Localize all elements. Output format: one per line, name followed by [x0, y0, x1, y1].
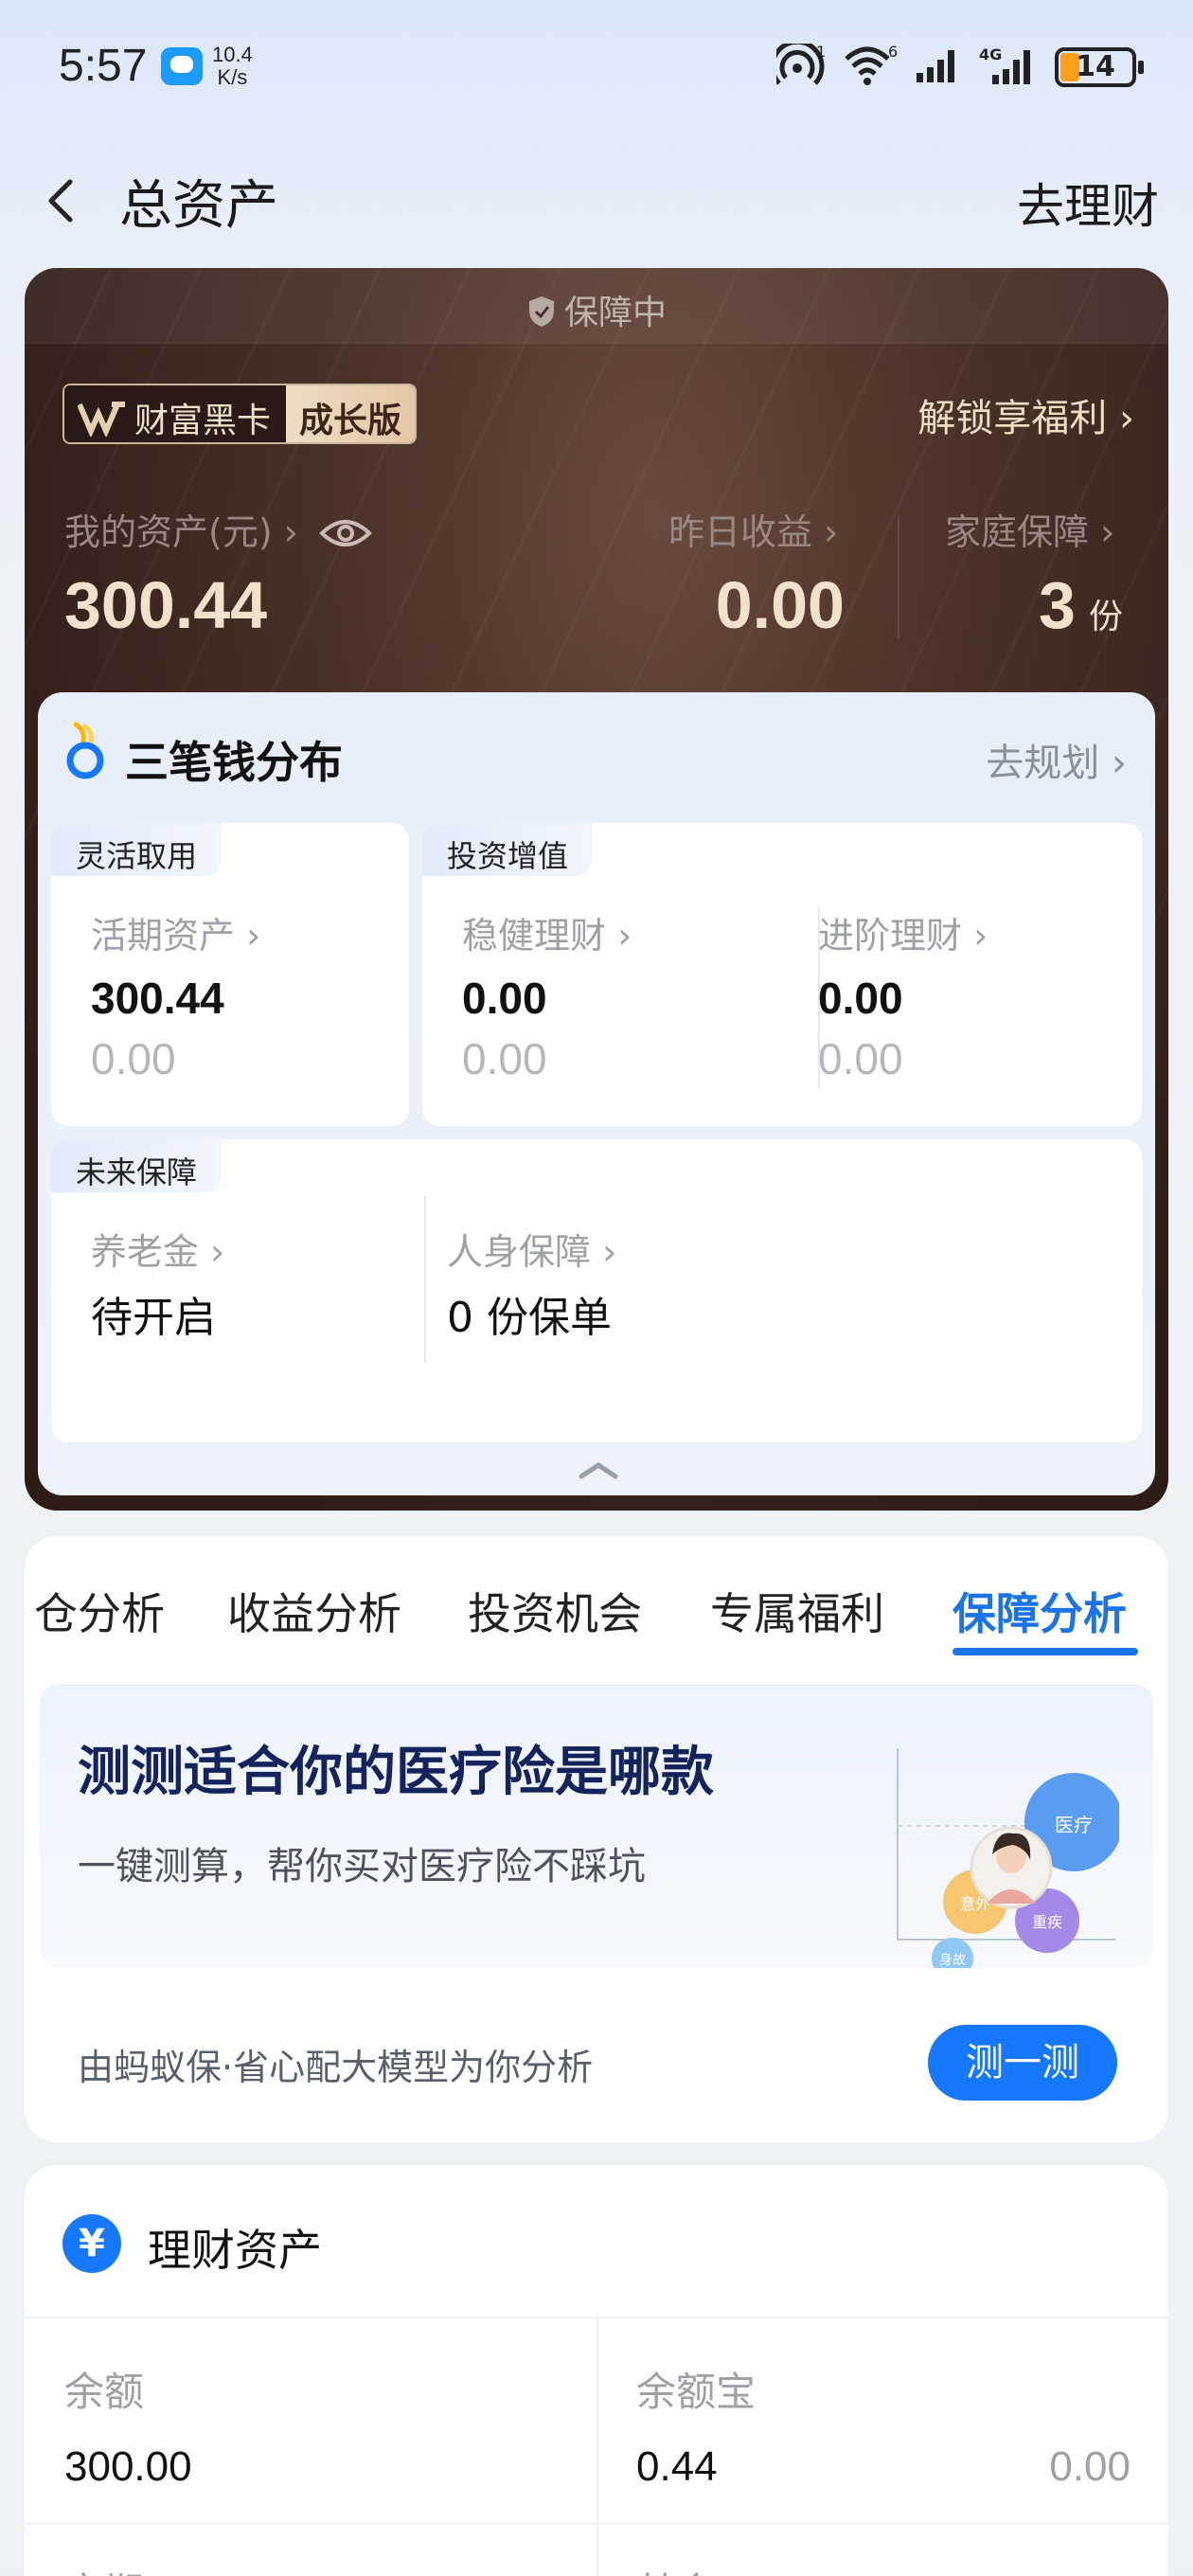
insurance-bubble-chart-icon: 医疗 意外 重疾 身故 [897, 1748, 1119, 1968]
hotspot-sup: 1 [816, 44, 826, 61]
go-invest-link[interactable]: 去理财 [1017, 169, 1159, 237]
promo-footer: 由蚂蚁保·省心配大模型为你分析 [78, 2047, 594, 2088]
flexible-use-card[interactable]: 灵活取用 活期资产 › 300.44 0.00 [51, 823, 409, 1126]
demand-assets-income: 0.00 [91, 1034, 176, 1083]
tab-protection-analysis[interactable]: 保障分析 [953, 1580, 1127, 1642]
fund-label[interactable]: 基金 [636, 2561, 716, 2576]
protection-status-label: 保障中 [563, 294, 667, 332]
bubble-label-medical: 医疗 [1055, 1814, 1093, 1836]
badge-main: 财富黑卡 [64, 385, 287, 442]
future-protection-card[interactable]: 未来保障 养老金 › 待开启 人身保障 › 0 份保单 [51, 1139, 1142, 1442]
wealth-assets-card: ¥ 理财资产 余额 300.00 余额宝 0.44 0.00 定期 基金 [25, 2165, 1168, 2576]
wealth-assets-title: 理财资产 [148, 2225, 322, 2276]
hotspot-icon: 1 [770, 39, 826, 91]
my-assets-label-text: 我的资产(元) › [64, 511, 298, 553]
battery-level: 14 [1076, 50, 1115, 83]
family-protection-label[interactable]: 家庭保障 › [945, 503, 1114, 555]
shield-icon [528, 296, 554, 327]
analysis-tabs: 仓分析 收益分析 投资机会 专属福利 保障分析 [25, 1536, 1168, 1659]
divider [596, 2317, 598, 2576]
wealth-black-card: 保障中 财富黑卡 成长版 解锁享福利 › 我的资产(元) › 昨日收益 › 家庭… [25, 268, 1168, 1511]
status-icons: 1 6 4G 14 [770, 39, 1144, 91]
battery-icon: 14 [1055, 47, 1144, 87]
chevron-up-icon[interactable] [576, 1458, 621, 1482]
go-plan-link[interactable]: 去规划 › [986, 732, 1127, 787]
protection-status: 保障中 [25, 285, 1168, 334]
signal-icon [915, 46, 962, 88]
status-bar: 5:57 10.4 K/s 1 6 4G 14 [0, 0, 1193, 133]
yen-icon: ¥ [62, 2214, 121, 2273]
signal-4g-icon: 4G [979, 45, 1038, 90]
three-money-title: 三笔钱分布 [125, 737, 343, 788]
balance-label: 余额 [64, 2369, 145, 2415]
tab-investment-opportunities[interactable]: 投资机会 [468, 1580, 642, 1642]
yesterday-income-label[interactable]: 昨日收益 › [668, 503, 838, 555]
black-card-badge[interactable]: 财富黑卡 成长版 [62, 384, 418, 444]
wifi-sup: 6 [888, 44, 898, 61]
badge-main-label: 财富黑卡 [134, 402, 272, 440]
demand-assets-label[interactable]: 活期资产 › [91, 906, 260, 958]
three-money-panel: 三笔钱分布 去规划 › 灵活取用 活期资产 › 300.44 0.00 投资增值… [38, 692, 1155, 1495]
wealth-logo-icon [78, 402, 125, 437]
tab-income-analysis[interactable]: 收益分析 [227, 1580, 401, 1642]
network-speed-unit: K/s [217, 65, 248, 89]
fixed-term-label[interactable]: 定期 [64, 2561, 144, 2576]
personal-protection-value: 0 份保单 [447, 1294, 612, 1342]
yuebao-income: 0.00 [1049, 2443, 1131, 2490]
eye-icon[interactable] [319, 514, 372, 552]
yuebao-value: 0.44 [636, 2443, 718, 2490]
investment-growth-tag: 投资增值 [422, 823, 594, 876]
future-protection-tag: 未来保障 [51, 1139, 223, 1192]
my-assets-value: 300.44 [64, 568, 268, 642]
divider [898, 516, 899, 639]
status-time: 5:57 [59, 41, 148, 91]
tab-position-analysis[interactable]: 仓分析 [34, 1580, 165, 1642]
unlock-benefits-link[interactable]: 解锁享福利 › [917, 387, 1134, 442]
investment-growth-card[interactable]: 投资增值 稳健理财 › 0.00 0.00 进阶理财 › 0.00 0.00 [422, 823, 1142, 1126]
signal-4g-label: 4G [979, 45, 1002, 63]
steady-finance-value: 0.00 [462, 974, 547, 1023]
promo-title: 测测适合你的医疗险是哪款 [78, 1742, 714, 1803]
family-protection-value: 3份 [1039, 567, 1123, 643]
divider [25, 2523, 1168, 2525]
test-button[interactable]: 测一测 [928, 2025, 1117, 2101]
active-tab-indicator [953, 1648, 1138, 1655]
advanced-finance-income: 0.00 [818, 1034, 903, 1083]
divider [424, 1196, 426, 1363]
steady-finance-label[interactable]: 稳健理财 › [462, 906, 632, 958]
steady-finance-income: 0.00 [462, 1034, 547, 1083]
pension-label[interactable]: 养老金 › [91, 1223, 224, 1275]
balance-value: 300.00 [64, 2443, 192, 2490]
advanced-finance-label[interactable]: 进阶理财 › [818, 906, 988, 958]
flexible-use-tag: 灵活取用 [51, 823, 223, 876]
my-assets-label[interactable]: 我的资产(元) › [64, 503, 372, 555]
bubble-label-death: 身故 [939, 1953, 966, 1968]
personal-protection-label[interactable]: 人身保障 › [447, 1223, 616, 1275]
page-title: 总资产 [119, 175, 278, 237]
demand-assets-value: 300.44 [91, 974, 224, 1023]
family-protection-unit: 份 [1088, 597, 1123, 635]
network-speed: 10.4 K/s [212, 44, 253, 89]
tab-exclusive-benefits[interactable]: 专属福利 [710, 1580, 884, 1642]
yuebao-label: 余额宝 [636, 2369, 757, 2415]
network-speed-value: 10.4 [212, 43, 253, 66]
three-money-logo-icon [66, 722, 104, 779]
bubble-label-critical: 重疾 [1032, 1913, 1062, 1931]
advanced-finance-value: 0.00 [818, 974, 903, 1023]
promo-subtitle: 一键测算，帮你买对医疗险不踩坑 [78, 1845, 646, 1888]
wifi-icon: 6 [843, 43, 898, 91]
family-protection-count: 3 [1039, 568, 1076, 642]
chevron-left-icon [48, 179, 73, 223]
pension-value: 待开启 [91, 1294, 216, 1342]
insurance-promo[interactable]: 测测适合你的医疗险是哪款 一键测算，帮你买对医疗险不踩坑 医疗 意外 重疾 身故 [40, 1684, 1153, 1968]
message-app-icon [161, 47, 203, 85]
back-button[interactable] [34, 161, 110, 237]
yesterday-income-value: 0.00 [715, 568, 845, 642]
page-header: 总资产 去理财 [0, 152, 1193, 246]
analysis-card: 仓分析 收益分析 投资机会 专属福利 保障分析 测测适合你的医疗险是哪款 一键测… [25, 1536, 1168, 2142]
badge-edition: 成长版 [286, 385, 416, 442]
